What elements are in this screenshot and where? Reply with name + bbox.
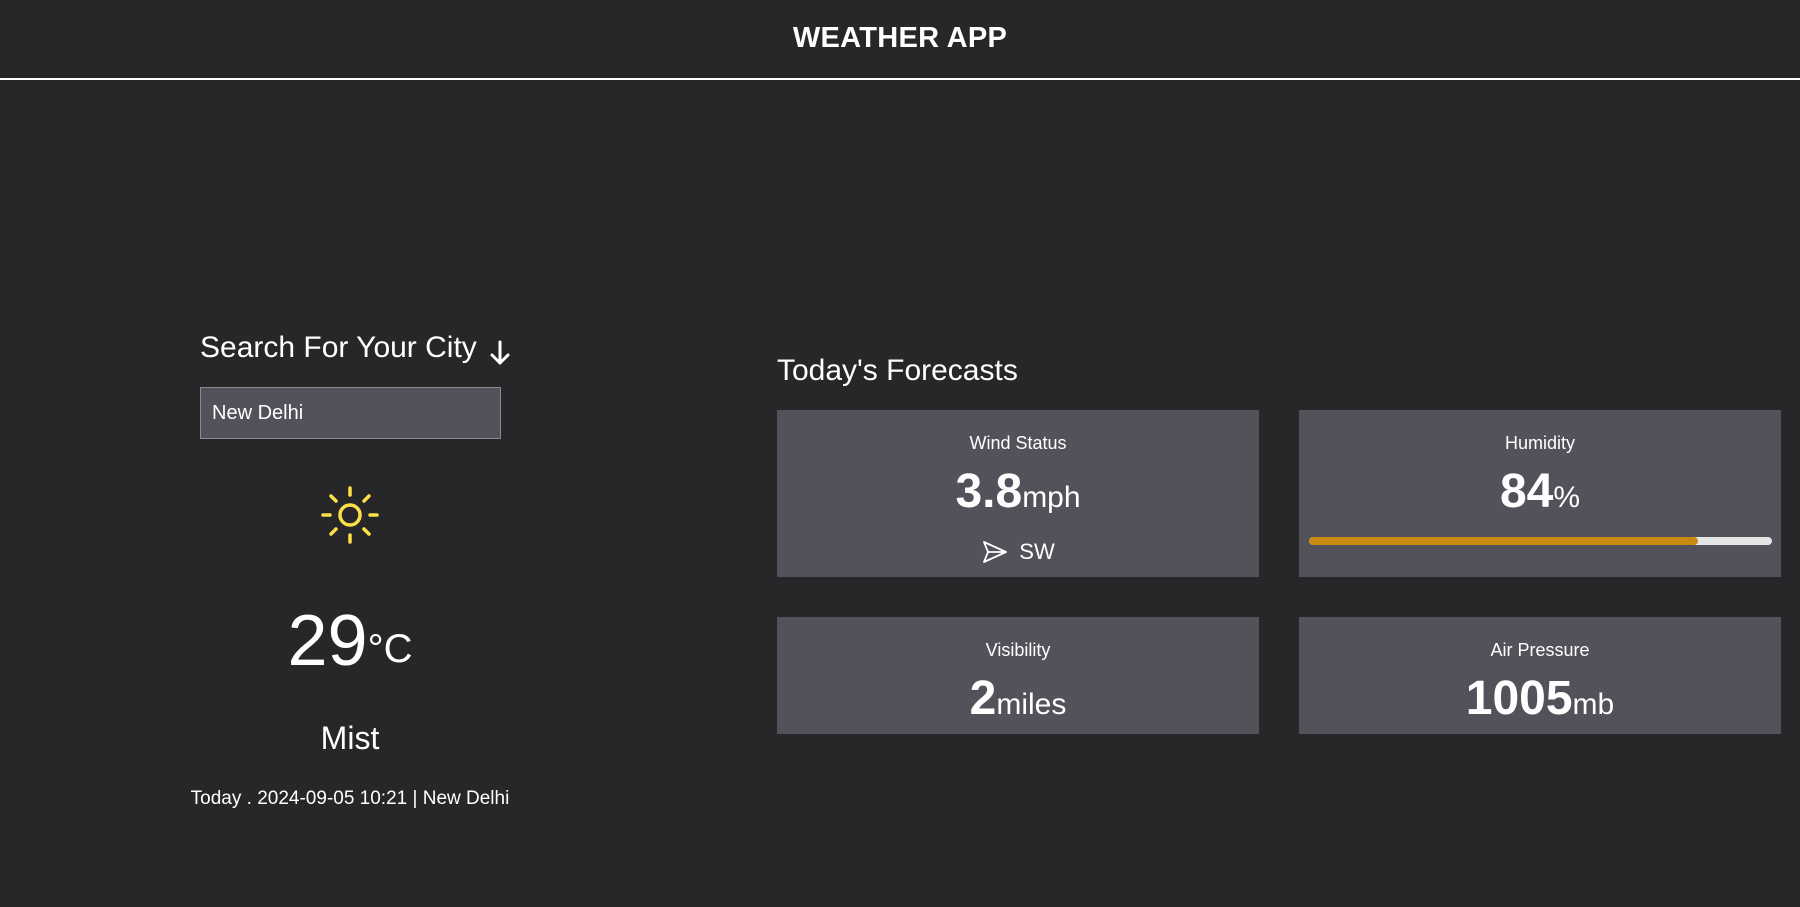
temperature-value: 29 bbox=[287, 601, 368, 681]
humidity-card: Humidity 84% bbox=[1299, 410, 1781, 577]
visibility-card: Visibility 2miles bbox=[777, 617, 1259, 734]
arrow-down-icon bbox=[490, 340, 510, 365]
search-heading: Search For Your City bbox=[200, 328, 513, 368]
air-pressure-label: Air Pressure bbox=[1490, 640, 1590, 660]
forecast-heading: Today's Forecasts bbox=[777, 354, 1018, 387]
humidity-label: Humidity bbox=[1504, 433, 1575, 453]
wind-unit: mph bbox=[1022, 481, 1081, 514]
humidity-unit: % bbox=[1553, 481, 1581, 514]
air-pressure-number: 1005 bbox=[1465, 672, 1573, 725]
date-location: Today . 2024-09-05 10:21 | New Delhi bbox=[190, 788, 510, 809]
wind-direction: SW bbox=[777, 538, 1259, 566]
humidity-progress-fill bbox=[1309, 537, 1698, 545]
humidity-number: 84 bbox=[1499, 465, 1554, 518]
wind-direction-label: SW bbox=[1019, 539, 1055, 564]
wind-status-card: Wind Status 3.8mph SW bbox=[777, 410, 1259, 577]
visibility-number: 2 bbox=[969, 672, 997, 725]
app-title: WEATHER APP bbox=[792, 21, 1008, 54]
visibility-unit: miles bbox=[996, 688, 1067, 721]
temperature: 29°C bbox=[175, 605, 525, 677]
wind-speed: 3.8 bbox=[955, 465, 1023, 518]
send-icon bbox=[983, 541, 1008, 563]
visibility-label: Visibility bbox=[985, 640, 1051, 660]
air-pressure-card: Air Pressure 1005mb bbox=[1299, 617, 1781, 734]
city-search-input[interactable] bbox=[200, 387, 501, 439]
humidity-value: 84% bbox=[1299, 466, 1781, 524]
search-heading-label: Search For Your City bbox=[200, 331, 477, 364]
air-pressure-unit: mb bbox=[1572, 688, 1615, 721]
humidity-progress-bar bbox=[1309, 537, 1772, 545]
weather-condition: Mist bbox=[320, 720, 380, 756]
temperature-unit: °C bbox=[367, 627, 413, 671]
visibility-value: 2miles bbox=[777, 673, 1259, 731]
wind-status-label: Wind Status bbox=[969, 433, 1067, 453]
wind-status-value: 3.8mph bbox=[777, 466, 1259, 524]
air-pressure-value: 1005mb bbox=[1299, 673, 1781, 731]
app-header: WEATHER APP bbox=[0, 0, 1800, 80]
sun-icon bbox=[321, 486, 379, 544]
